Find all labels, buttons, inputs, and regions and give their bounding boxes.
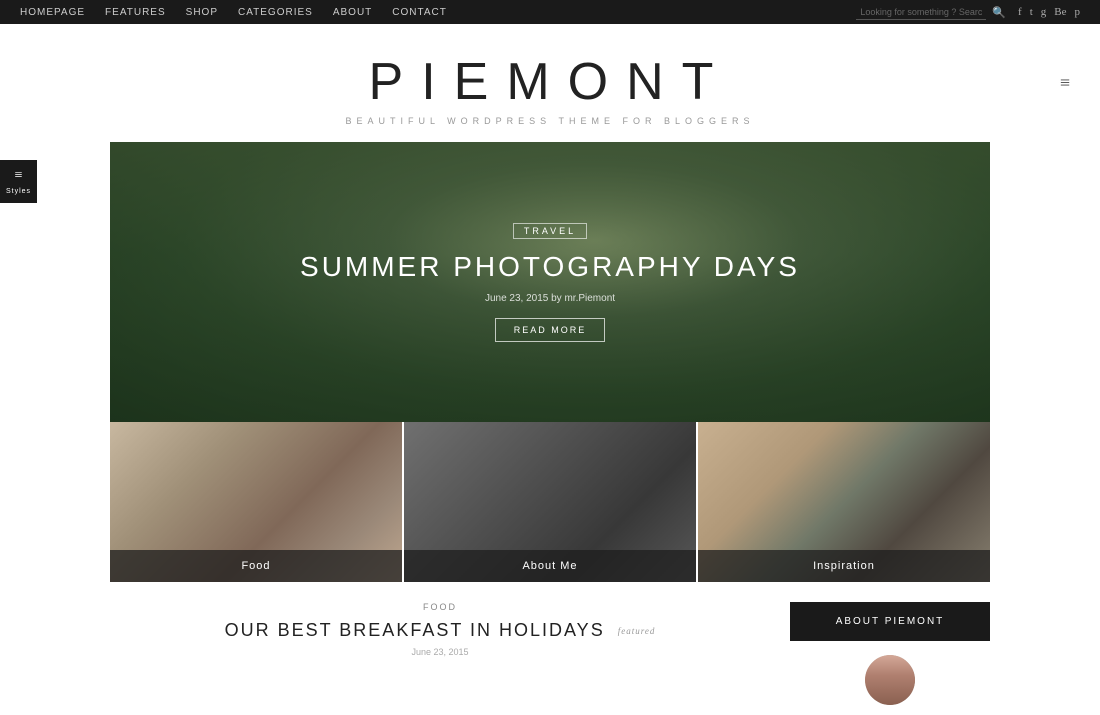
about-piemont-button[interactable]: ABOUT PIEMONT (790, 602, 990, 641)
styles-label: Styles (6, 188, 31, 195)
pinterest-icon[interactable]: p (1075, 6, 1081, 18)
nav-features[interactable]: FEATURES (105, 7, 166, 18)
blog-title: OUR BEST BREAKFAST IN HOLIDAYS featured (110, 620, 770, 641)
thumb-food-label: Food (110, 550, 402, 582)
hero-meta: June 23, 2015 by mr.Piemont (485, 293, 615, 304)
bottom-section: FOOD OUR BEST BREAKFAST IN HOLIDAYS feat… (110, 582, 990, 715)
hero-title: SUMMER PHOTOGRAPHY DAYS (300, 251, 800, 283)
featured-badge: featured (618, 626, 656, 636)
nav-contact[interactable]: CONTACT (392, 7, 447, 18)
search-icon[interactable]: 🔍 (992, 6, 1006, 19)
blog-preview: FOOD OUR BEST BREAKFAST IN HOLIDAYS feat… (110, 602, 770, 705)
thumbnail-grid: Food About me Inspiration (110, 422, 990, 582)
nav-homepage[interactable]: HOMEPAGE (20, 7, 85, 18)
thumb-aboutme-label: About me (404, 550, 696, 582)
nav-links: HOMEPAGE FEATURES SHOP CATEGORIES ABOUT … (20, 7, 447, 18)
styles-icon: ≡ (15, 168, 23, 184)
googleplus-icon[interactable]: g (1041, 6, 1047, 18)
site-tagline: BEAUTIFUL WORDPRESS THEME FOR BLOGGERS (20, 116, 1080, 126)
avatar-image (865, 655, 915, 705)
avatar (865, 655, 915, 705)
twitter-icon[interactable]: t (1030, 6, 1033, 18)
search-area: 🔍 (856, 5, 1006, 20)
nav-shop[interactable]: SHOP (186, 7, 218, 18)
thumb-food[interactable]: Food (110, 422, 402, 582)
sidebar-widget: ABOUT PIEMONT (790, 602, 990, 705)
hero-section: TRAVEL SUMMER PHOTOGRAPHY DAYS June 23, … (110, 142, 990, 422)
thumb-inspiration[interactable]: Inspiration (698, 422, 990, 582)
top-nav-right: 🔍 f t g Be p (856, 5, 1080, 20)
site-title: PIEMONT (20, 52, 1080, 112)
hero-read-more-button[interactable]: READ MORE (495, 318, 606, 342)
thumb-aboutme[interactable]: About me (404, 422, 696, 582)
styles-widget[interactable]: ≡ Styles (0, 160, 37, 203)
nav-categories[interactable]: CATEGORIES (238, 7, 313, 18)
hero-category-badge: TRAVEL (513, 223, 587, 239)
social-icons: f t g Be p (1018, 6, 1080, 18)
blog-date: June 23, 2015 (110, 647, 770, 657)
blog-title-text: OUR BEST BREAKFAST IN HOLIDAYS (225, 620, 605, 640)
hero-overlay: TRAVEL SUMMER PHOTOGRAPHY DAYS June 23, … (110, 142, 990, 422)
hamburger-menu[interactable]: ≡ (1060, 73, 1070, 94)
thumb-inspiration-label: Inspiration (698, 550, 990, 582)
search-input[interactable] (856, 5, 986, 20)
behance-icon[interactable]: Be (1054, 6, 1066, 18)
facebook-icon[interactable]: f (1018, 6, 1022, 18)
blog-category-tag[interactable]: FOOD (110, 602, 770, 612)
site-header: PIEMONT BEAUTIFUL WORDPRESS THEME FOR BL… (0, 24, 1100, 142)
top-navigation: HOMEPAGE FEATURES SHOP CATEGORIES ABOUT … (0, 0, 1100, 24)
nav-about[interactable]: ABOUT (333, 7, 372, 18)
